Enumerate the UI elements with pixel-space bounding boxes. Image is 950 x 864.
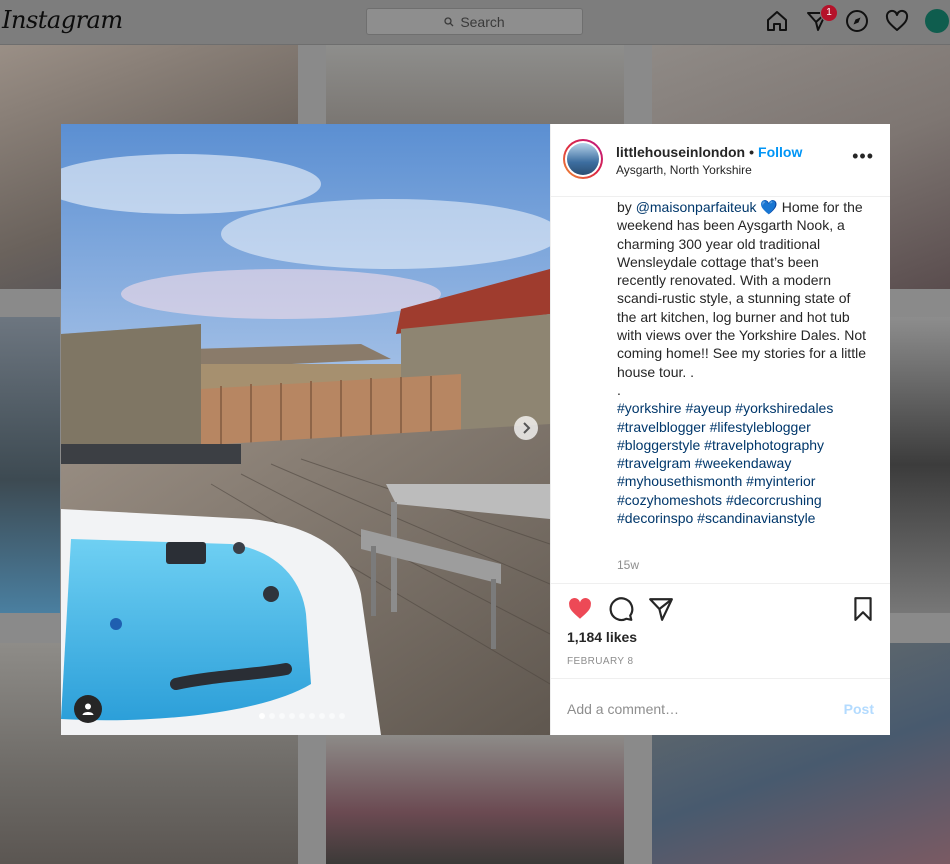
- search-input[interactable]: Search: [366, 8, 583, 35]
- feed-tile[interactable]: [0, 317, 60, 613]
- home-icon[interactable]: [764, 8, 790, 34]
- post-sidebar: littlehouseinlondon • Follow Aysgarth, Nor…: [550, 124, 890, 735]
- instagram-logo[interactable]: Instagram: [2, 6, 123, 34]
- carousel-dot: [279, 713, 285, 719]
- hashtag-line[interactable]: #bloggerstyle #travelphotography: [617, 436, 867, 454]
- search-icon: [444, 14, 454, 30]
- search-placeholder: Search: [460, 13, 505, 30]
- hashtag-line[interactable]: #travelblogger #lifestyleblogger: [617, 418, 867, 436]
- author-username[interactable]: littlehouseinlondon: [616, 144, 745, 160]
- feed-tile[interactable]: [890, 317, 950, 613]
- explore-icon[interactable]: [844, 8, 870, 34]
- caption-prefix: by: [617, 199, 636, 215]
- post-actions: [551, 583, 890, 632]
- comment-icon[interactable]: [608, 596, 634, 622]
- carousel-next-button[interactable]: [514, 416, 538, 440]
- post-comment-button[interactable]: Post: [844, 701, 874, 717]
- hashtag-line[interactable]: #myhousethismonth #myinterior: [617, 472, 867, 490]
- like-count[interactable]: 1,184 likes: [567, 629, 637, 645]
- direct-messages-icon[interactable]: 1: [804, 4, 838, 34]
- carousel-dot: [259, 713, 265, 719]
- save-bookmark-icon[interactable]: [850, 596, 876, 622]
- like-heart-icon[interactable]: [567, 596, 593, 622]
- hashtag-line[interactable]: #yorkshire #ayeup #yorkshiredales: [617, 399, 867, 417]
- tagged-users-icon[interactable]: [74, 695, 102, 723]
- notification-badge: 1: [820, 4, 838, 22]
- feed-tile[interactable]: [326, 735, 624, 864]
- follow-button[interactable]: Follow: [758, 144, 802, 160]
- post-header: littlehouseinlondon • Follow Aysgarth, Nor…: [551, 124, 890, 197]
- separator-dot: •: [749, 144, 755, 160]
- share-icon[interactable]: [648, 596, 674, 622]
- carousel-indicator: [259, 713, 345, 719]
- comment-bar: Add a comment… Post: [551, 678, 890, 736]
- activity-heart-icon[interactable]: [884, 8, 910, 34]
- hashtag-line[interactable]: #cozyhomeshots #decorcrushing: [617, 491, 867, 509]
- carousel-dot: [289, 713, 295, 719]
- author-avatar[interactable]: [563, 139, 603, 179]
- carousel-dot: [269, 713, 275, 719]
- carousel-dot: [329, 713, 335, 719]
- profile-avatar[interactable]: [924, 8, 950, 34]
- carousel-dot: [339, 713, 345, 719]
- hashtag-line[interactable]: #travelgram #weekendaway: [617, 454, 867, 472]
- caption-hashtags: #yorkshire #ayeup #yorkshiredales #travel…: [617, 399, 867, 527]
- post-photo[interactable]: [61, 124, 550, 735]
- top-navigation: Instagram Search 1: [0, 0, 950, 45]
- post-modal: littlehouseinlondon • Follow Aysgarth, Nor…: [61, 124, 890, 735]
- post-time-ago[interactable]: 15w: [617, 558, 639, 572]
- post-location[interactable]: Aysgarth, North Yorkshire: [616, 163, 752, 177]
- more-options-icon[interactable]: •••: [852, 146, 874, 167]
- post-caption: by @maisonparfaiteuk 💙 Home for the week…: [617, 198, 867, 527]
- carousel-dot: [319, 713, 325, 719]
- hashtag-line[interactable]: #decorinspo #scandinavianstyle: [617, 509, 867, 527]
- carousel-dot: [299, 713, 305, 719]
- feed-tile[interactable]: [326, 45, 624, 125]
- post-date: FEBRUARY 8: [567, 656, 634, 667]
- caption-mention[interactable]: @maisonparfaiteuk: [636, 199, 757, 215]
- carousel-dot: [309, 713, 315, 719]
- caption-body: 💙 Home for the weekend has been Aysgarth…: [617, 199, 866, 398]
- comment-input[interactable]: Add a comment…: [567, 701, 679, 717]
